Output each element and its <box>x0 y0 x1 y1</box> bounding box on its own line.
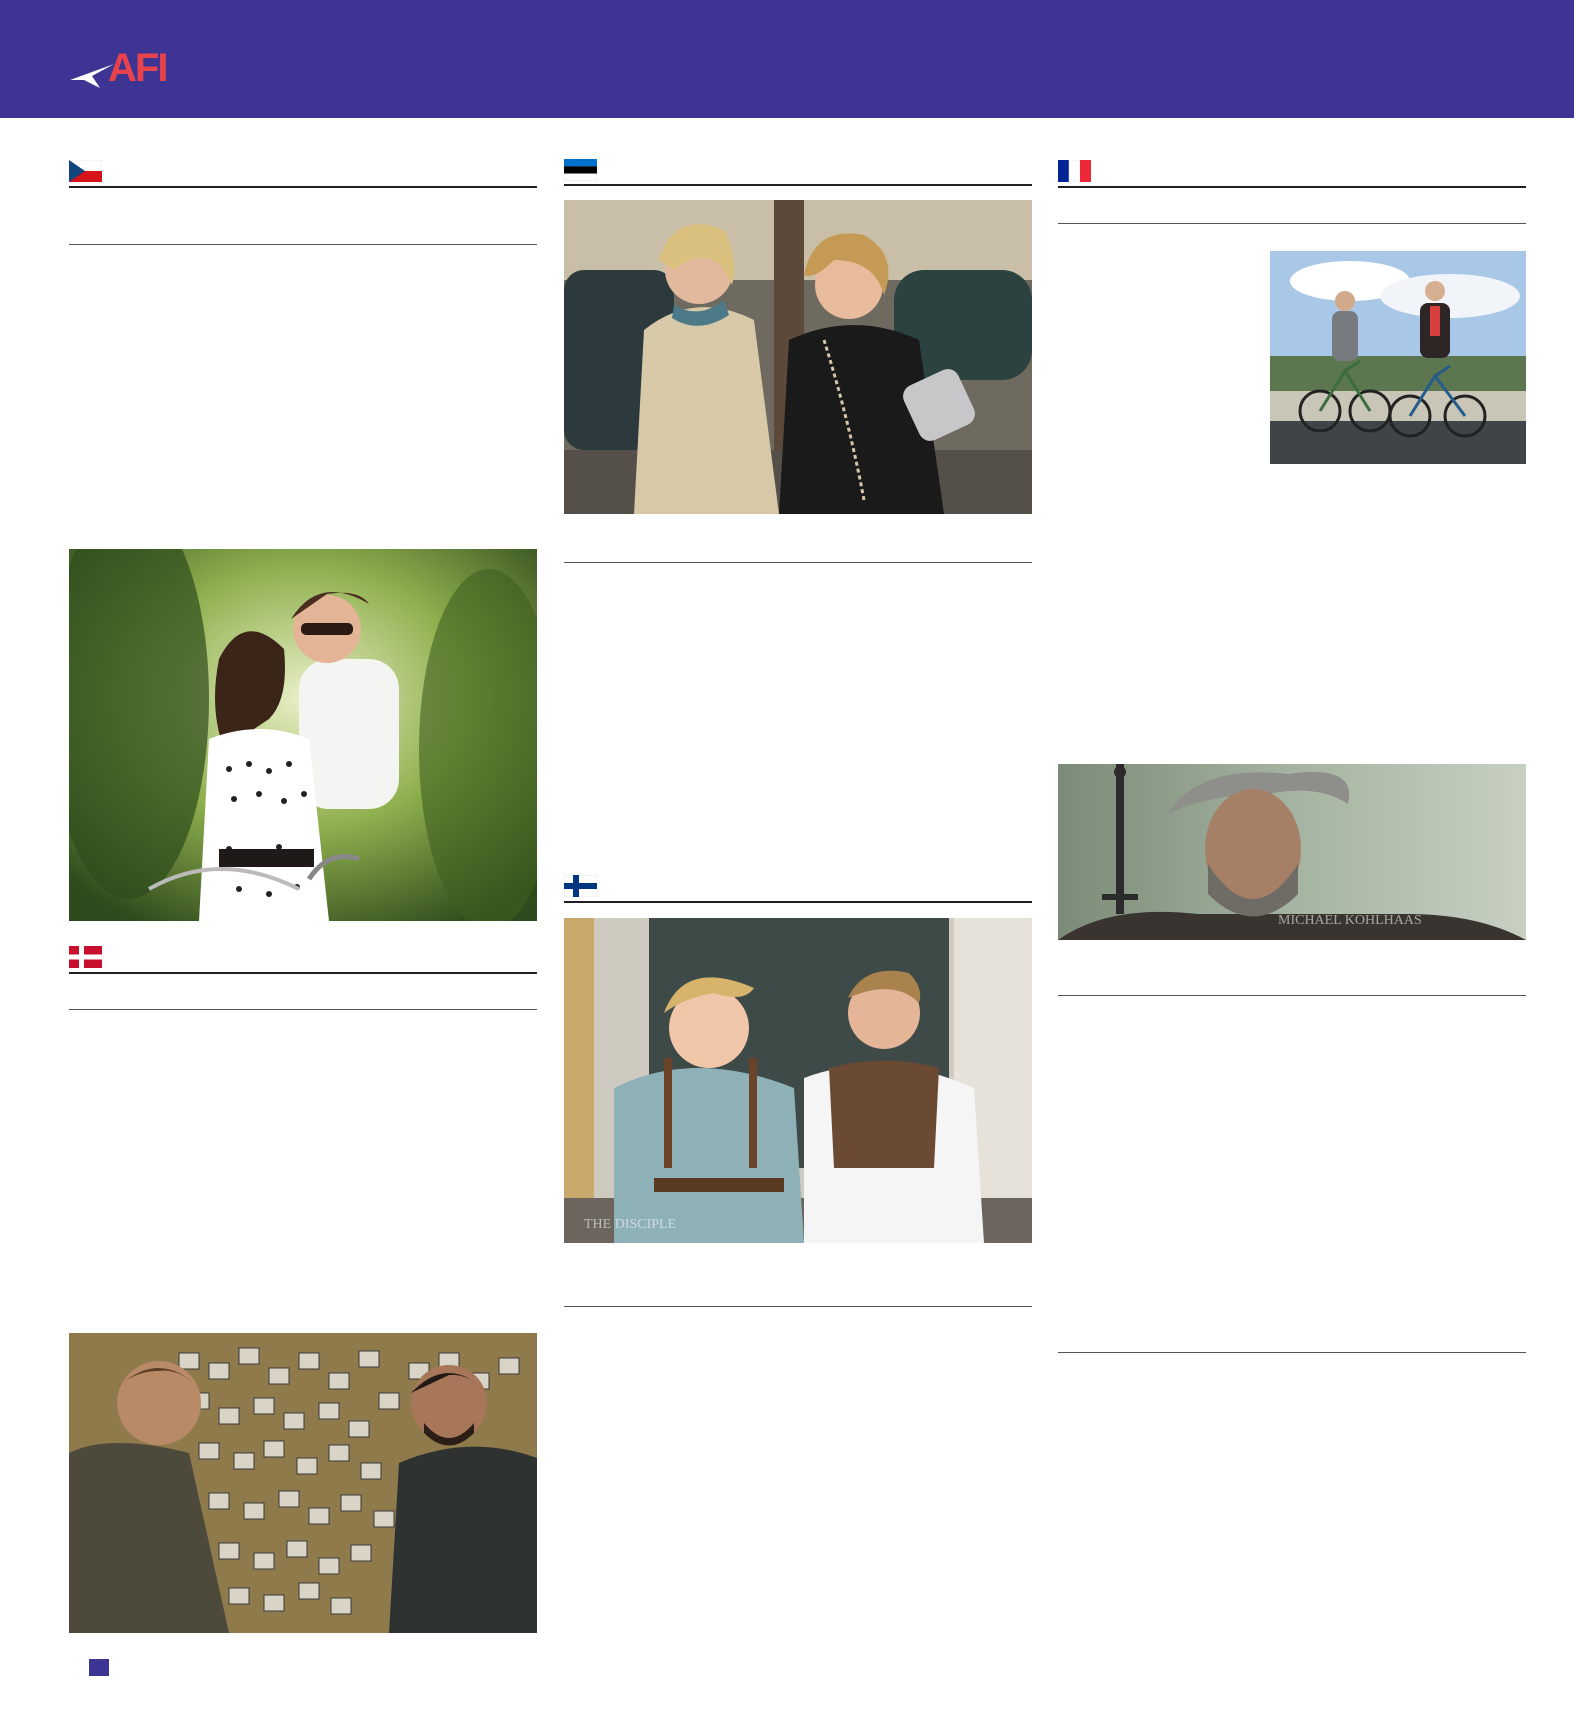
finland-divider <box>564 1306 1032 1307</box>
page-marker <box>89 1659 109 1676</box>
finland-flag-icon <box>563 874 598 898</box>
czech-divider <box>69 244 537 245</box>
estonia-heading-rule <box>564 184 1032 186</box>
denmark-film-still <box>69 1333 537 1633</box>
finland-film-still: THE DISCIPLE <box>564 918 1032 1243</box>
estonia-film-still <box>564 200 1032 514</box>
denmark-flag-icon <box>69 946 102 968</box>
estonia-flag-icon <box>563 159 598 182</box>
france-heading-rule <box>1058 186 1526 188</box>
france-divider-2 <box>1058 995 1526 996</box>
czech-film-still <box>69 549 537 921</box>
france-flag-icon <box>1058 159 1091 183</box>
france-divider-1 <box>1058 223 1526 224</box>
afi-logo[interactable]: AFI <box>70 48 180 97</box>
france-divider-3 <box>1058 1352 1526 1353</box>
france-film-still-kohlhaas: MICHAEL KOHLHAAS <box>1058 764 1526 940</box>
czech-flag-icon <box>68 159 103 182</box>
czech-heading-rule <box>69 186 537 188</box>
finland-photo-caption: THE DISCIPLE <box>584 1217 676 1232</box>
header-bar: AFI <box>0 0 1574 118</box>
france-film-still-cyclists <box>1270 251 1526 464</box>
kohlhaas-photo-caption: MICHAEL KOHLHAAS <box>1278 913 1422 928</box>
denmark-divider <box>69 1009 537 1010</box>
finland-heading-rule <box>564 901 1032 903</box>
logo-text: AFI <box>108 46 168 90</box>
estonia-divider <box>564 562 1032 563</box>
denmark-heading-rule <box>69 972 537 974</box>
